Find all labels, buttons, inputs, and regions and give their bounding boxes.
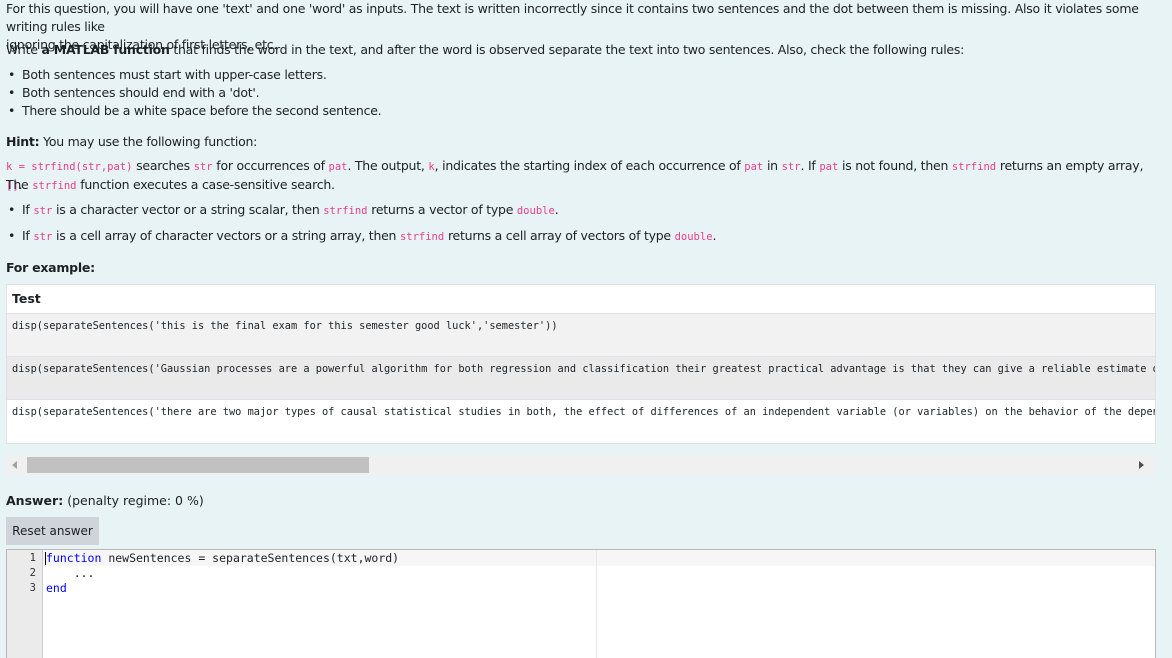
scrollbar-thumb[interactable] [27, 457, 369, 473]
test-code: disp(separateSentences('this is the fina… [12, 320, 558, 332]
answer-heading: Answer: (penalty regime: 0 %) [6, 492, 204, 510]
examples-table: Test disp(separateSentences('this is the… [6, 284, 1156, 444]
penalty-regime: (penalty regime: 0 %) [67, 493, 204, 508]
cases-list: If str is a character vector or a string… [6, 201, 1156, 220]
code-editor[interactable]: 1 2 3 function newSentences = separateSe… [6, 549, 1156, 658]
table-row: disp(separateSentences('there are two ma… [7, 400, 1155, 442]
rule-item: There should be a white space before the… [6, 102, 1156, 120]
case-item: If str is a cell array of character vect… [6, 227, 1156, 246]
strfind-signature: k = strfind(str,pat) [6, 161, 133, 173]
rule-item: Both sentences must start with upper-cas… [6, 66, 1156, 84]
code-line-1[interactable]: function newSentences = separateSentence… [46, 551, 399, 565]
keyword-end: end [46, 581, 67, 595]
table-row: disp(separateSentences('this is the fina… [7, 314, 1155, 357]
scroll-left-arrow-icon[interactable] [12, 461, 17, 469]
code-line-2[interactable]: ... [46, 566, 95, 580]
rules-list: Both sentences must start with upper-cas… [6, 66, 1156, 120]
task-bold: a MATLAB function [41, 42, 170, 57]
reset-answer-button[interactable]: Reset answer [6, 517, 99, 545]
intro-line-1: For this question, you will have one 'te… [6, 1, 1139, 34]
line-number: 2 [29, 567, 36, 579]
cases-list-2: If str is a cell array of character vect… [6, 227, 1156, 246]
answer-label: Answer: [6, 493, 64, 508]
rule-item: Both sentences should end with a 'dot'. [6, 84, 1156, 102]
for-example-label: For example: [6, 260, 95, 275]
hint-label: Hint: [6, 134, 40, 149]
editor-gutter: 1 2 3 [7, 550, 43, 658]
line-number: 1 [29, 552, 36, 564]
print-margin [596, 550, 597, 658]
strfind-case-sensitive: The strfind function executes a case-sen… [6, 177, 335, 192]
scroll-right-arrow-icon[interactable] [1139, 461, 1144, 469]
table-horizontal-scrollbar[interactable] [6, 456, 1154, 474]
test-code: disp(separateSentences('Gaussian process… [12, 363, 1155, 375]
table-header-test: Test [7, 285, 1155, 314]
keyword-function: function [46, 551, 102, 565]
hint-line: Hint: You may use the following function… [6, 134, 258, 149]
task-statement: Write a MATLAB function that finds the w… [6, 42, 965, 57]
test-code: disp(separateSentences('there are two ma… [12, 406, 1155, 418]
case-item: If str is a character vector or a string… [6, 201, 1156, 220]
code-line-3[interactable]: end [46, 581, 67, 595]
table-row: disp(separateSentences('Gaussian process… [7, 357, 1155, 400]
line-number: 3 [29, 582, 36, 594]
